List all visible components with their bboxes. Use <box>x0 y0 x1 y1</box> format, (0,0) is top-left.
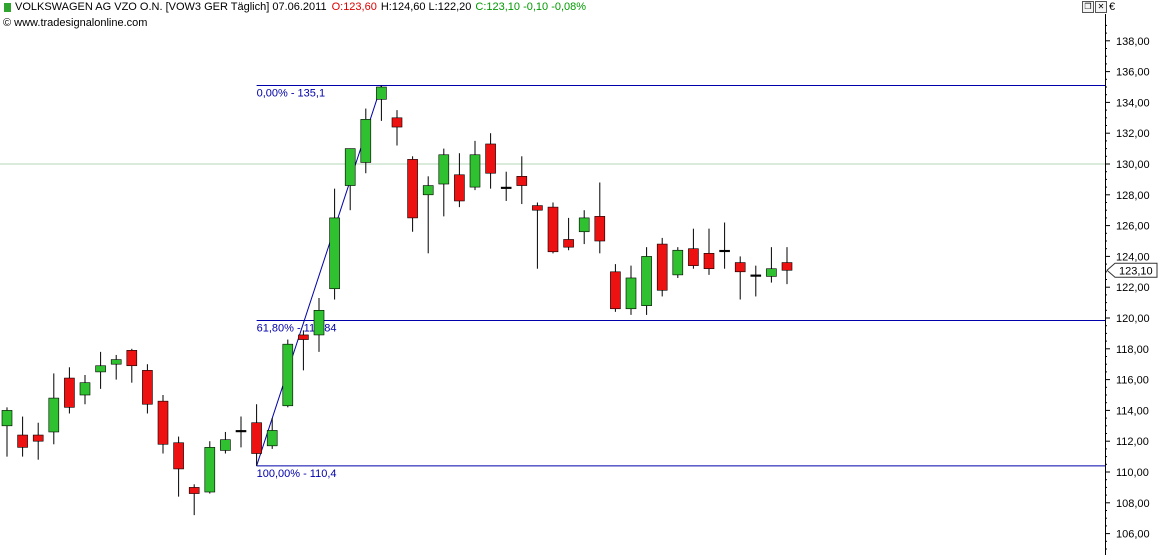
candle-body <box>781 262 793 271</box>
price-tick-label: 114,00 <box>1116 405 1149 417</box>
candlestick-chart: 106,00 108,00 110,00 112,00 114,00 116,00 118,… <box>0 14 1158 555</box>
candle-body <box>376 86 387 100</box>
candle-body <box>734 262 746 273</box>
candle-body <box>282 343 294 407</box>
fib-level-label: 100,00% - 110,4 <box>257 468 337 480</box>
candle-body <box>95 365 106 373</box>
candle-body <box>485 143 496 174</box>
candle-body <box>79 382 91 396</box>
candle-body <box>594 216 606 242</box>
fib-level-label: 0,00% - 135,1 <box>257 87 326 99</box>
candle-body <box>688 248 699 266</box>
price-tick-label: 106,00 <box>1116 529 1150 541</box>
candle-body <box>329 217 340 290</box>
candle-body <box>422 185 434 196</box>
price-tick-label: 120,00 <box>1116 313 1150 325</box>
price-tick-label: 130,00 <box>1116 159 1150 171</box>
price-tick-label: 138,00 <box>1116 36 1150 48</box>
price-tick-label: 134,00 <box>1116 97 1150 109</box>
price-tick-label: 128,00 <box>1116 190 1150 202</box>
candle-body <box>516 176 528 186</box>
candle-body <box>142 370 153 405</box>
candle-body <box>298 334 309 340</box>
price-tick-label: 122,00 <box>1116 282 1150 294</box>
candle-body <box>641 256 652 306</box>
candle-body <box>578 217 590 233</box>
candle-body <box>266 430 278 447</box>
price-tick-label: 108,00 <box>1116 498 1150 510</box>
price-tick-label: 136,00 <box>1116 67 1150 79</box>
price-tick-label: 132,00 <box>1116 128 1150 140</box>
candle-body <box>610 271 621 310</box>
candle-body <box>656 243 668 291</box>
candle-body <box>547 206 559 253</box>
candle-body <box>719 249 730 253</box>
candle-body <box>532 205 543 211</box>
price-tick-label: 118,00 <box>1116 344 1149 356</box>
candle-body <box>313 309 325 336</box>
candle-body <box>391 117 403 128</box>
candle-body <box>1 410 13 427</box>
price-tick-label: 110,00 <box>1116 467 1149 479</box>
candle-body <box>344 148 356 186</box>
candle-body <box>703 253 715 270</box>
last-price-label: 123,10 <box>1119 265 1153 277</box>
candle-body <box>750 274 762 277</box>
candle-body <box>188 487 200 494</box>
candle-body <box>157 400 169 445</box>
candle-body <box>126 350 138 367</box>
candle-body <box>407 159 418 219</box>
candle-body <box>17 434 28 448</box>
candle-body <box>235 430 247 433</box>
candle-body <box>64 377 75 408</box>
candle-body <box>220 439 231 451</box>
candle-body <box>251 422 262 454</box>
price-tick-label: 112,00 <box>1116 436 1149 448</box>
fib-level-label: 61,80% - 119,84 <box>257 322 337 334</box>
candle-body <box>32 434 44 442</box>
candle-body <box>173 442 184 470</box>
candle-body <box>204 447 216 493</box>
price-tick-label: 124,00 <box>1116 251 1150 263</box>
candle-body <box>469 154 481 188</box>
price-tick-label: 126,00 <box>1116 221 1150 233</box>
candle-body <box>563 239 574 248</box>
candle-body <box>48 397 60 433</box>
candle-body <box>360 119 372 163</box>
candle-body <box>625 277 637 310</box>
candle-body <box>454 174 465 202</box>
candle-body <box>766 268 777 277</box>
candle-body <box>500 186 512 189</box>
candle-body <box>672 249 684 276</box>
price-tick-label: 116,00 <box>1116 375 1149 387</box>
candle-body <box>438 154 450 185</box>
candle-body <box>110 359 122 365</box>
